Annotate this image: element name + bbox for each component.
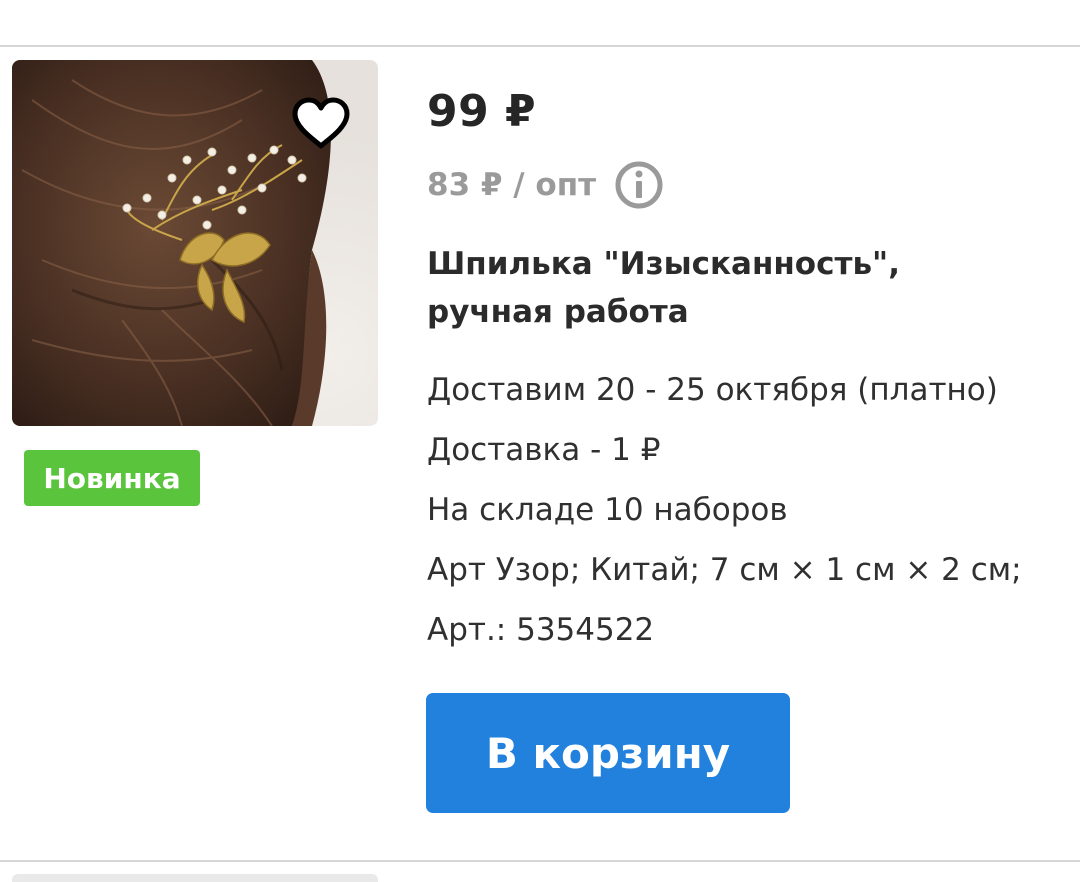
new-badge: Новинка <box>24 450 200 506</box>
top-divider <box>0 45 1080 47</box>
next-product-image[interactable] <box>12 874 378 882</box>
info-icon[interactable] <box>614 160 664 210</box>
price: 99 ₽ <box>427 86 537 137</box>
article-number: Арт.: 5354522 <box>427 612 655 648</box>
product-title-line1: Шпилька "Изысканность", <box>427 246 900 282</box>
heart-outline-icon <box>292 97 350 149</box>
wholesale-price-row: 83 ₽ / опт <box>427 160 664 210</box>
add-to-cart-button[interactable]: В корзину <box>426 693 790 813</box>
favorite-button[interactable] <box>286 92 356 156</box>
wholesale-price: 83 ₽ / опт <box>427 167 597 203</box>
delivery-date: Доставим 20 - 25 октября (платно) <box>427 372 998 408</box>
product-title[interactable]: Шпилька "Изысканность", ручная работа <box>427 240 1027 336</box>
product-specs: Арт Узор; Китай; 7 см × 1 см × 2 см; <box>427 552 1022 588</box>
product-title-line2: ручная работа <box>427 294 689 330</box>
stock-info: На складе 10 наборов <box>427 492 788 528</box>
bottom-divider <box>0 860 1080 862</box>
delivery-cost: Доставка - 1 ₽ <box>427 432 661 468</box>
